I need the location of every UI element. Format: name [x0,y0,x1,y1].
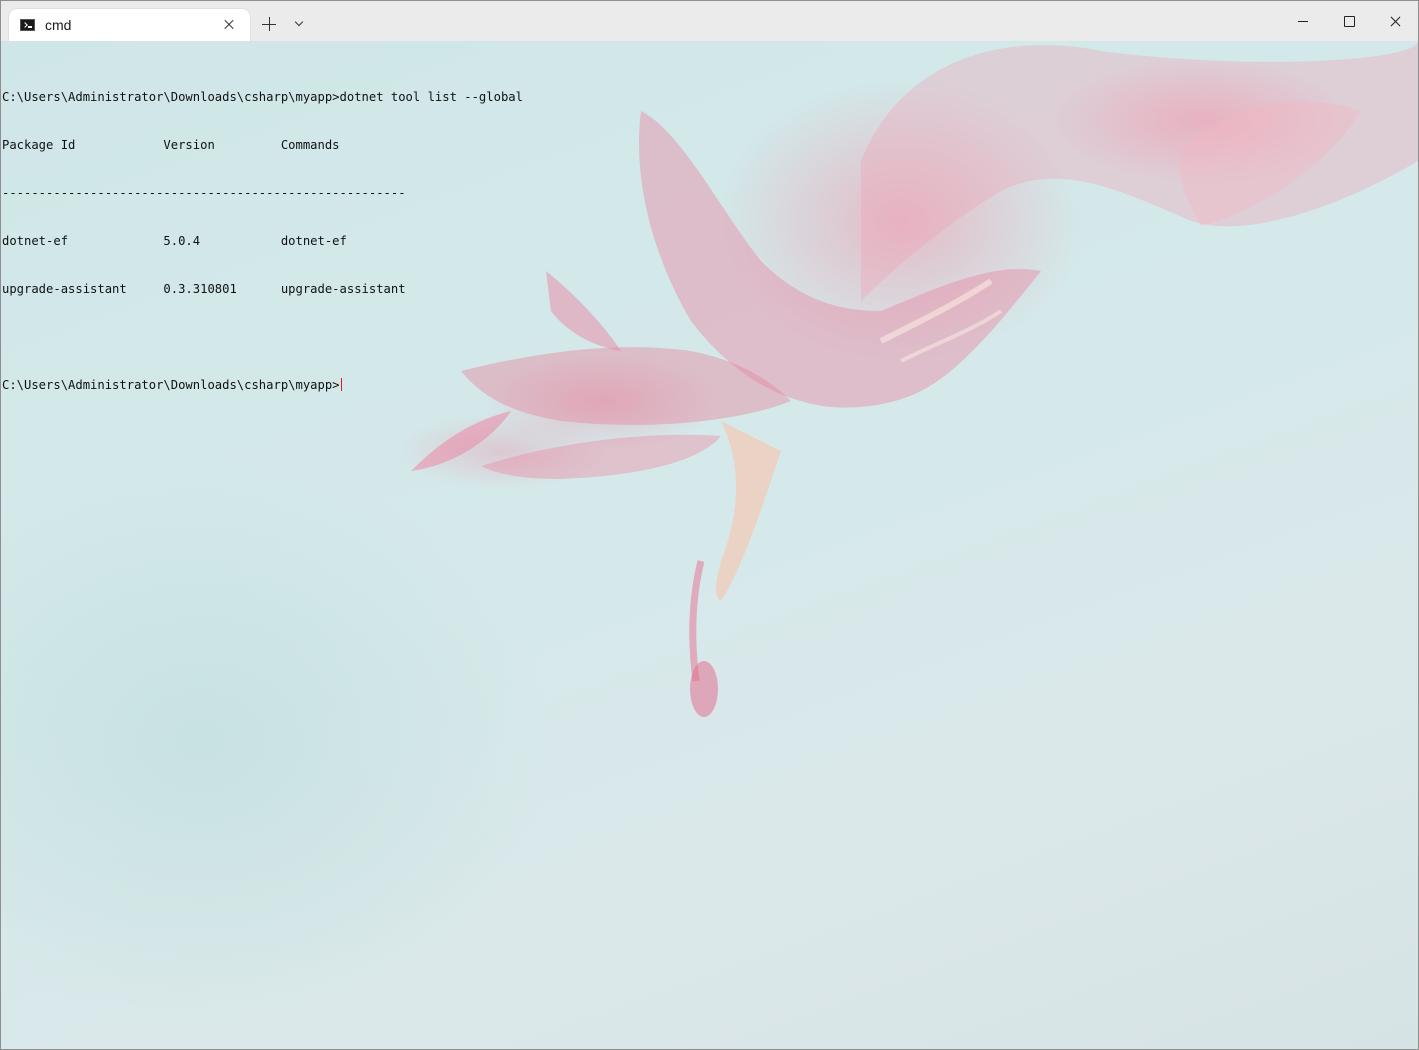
terminal-pane[interactable]: C:\Users\Administrator\Downloads\csharp\… [1,41,1418,1049]
command-line: C:\Users\Administrator\Downloads\csharp\… [2,90,523,104]
minimize-button[interactable] [1280,1,1326,41]
tab-title: cmd [45,17,72,33]
maximize-button[interactable] [1326,1,1372,41]
tab-dropdown-button[interactable] [291,16,307,32]
console-output: C:\Users\Administrator\Downloads\csharp\… [2,57,523,425]
table-header: Package Id Version Commands [2,138,340,152]
command-prompt-icon [20,19,35,31]
terminal-window: cmd C:\Users\Administrator\Downloads\csh… [0,0,1419,1050]
title-bar[interactable]: cmd [1,1,1418,41]
tab-cmd[interactable]: cmd [9,9,250,41]
new-tab-button[interactable] [260,15,278,33]
table-row: upgrade-assistant 0.3.310801 upgrade-ass… [2,282,406,296]
prompt-line[interactable]: C:\Users\Administrator\Downloads\csharp\… [2,377,523,393]
table-separator: ----------------------------------------… [2,186,406,200]
tab-close-icon[interactable] [220,16,238,34]
close-button[interactable] [1372,1,1418,41]
text-cursor [340,378,342,391]
table-row: dotnet-ef 5.0.4 dotnet-ef [2,234,347,248]
prompt-text: C:\Users\Administrator\Downloads\csharp\… [2,378,340,392]
